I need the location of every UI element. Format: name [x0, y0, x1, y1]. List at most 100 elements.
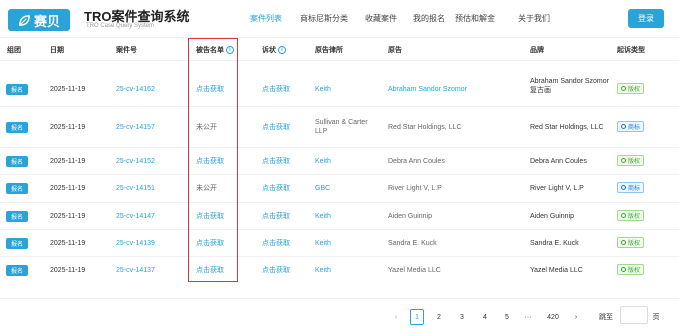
info-icon[interactable]: i [226, 46, 234, 54]
col-complaint: 诉状 i [262, 45, 286, 55]
col-brand: 品牌 [530, 47, 544, 54]
date-cell: 2025-11-19 [50, 158, 86, 165]
page-button-5[interactable]: 5 [500, 309, 514, 325]
date-cell: 2025-11-19 [50, 185, 86, 192]
plaintiff-link[interactable]: Abraham Sandor Szomor [388, 85, 467, 94]
law-firm-cell: Sullivan & Carter LLP [315, 119, 368, 135]
case-type-badge: 商标 [617, 182, 645, 193]
col-defendants: 被告名单 i [196, 45, 234, 55]
case-type-badge: 版权 [617, 264, 645, 275]
col-case-no: 案件号 [116, 47, 137, 54]
signup-button[interactable]: 报名 [6, 84, 28, 95]
brand-logo[interactable]: 赛贝 [8, 9, 70, 31]
complaint-link[interactable]: 点击获取 [262, 85, 290, 94]
defendants-link[interactable]: 点击获取 [196, 212, 224, 221]
signup-button[interactable]: 报名 [6, 156, 28, 167]
signup-button[interactable]: 报名 [6, 122, 28, 133]
nav-settlement-estimate[interactable]: 预估和解金 [455, 13, 495, 24]
defendants-link[interactable]: 点击获取 [196, 85, 224, 94]
login-button[interactable]: 登录 [628, 9, 664, 28]
case-type-badge: 版权 [617, 83, 645, 94]
copyright-icon [621, 213, 626, 218]
nav-about-us[interactable]: 关于我们 [518, 13, 550, 24]
col-law-firm: 原告律所 [315, 47, 343, 54]
plaintiff-cell: Yazel Media LLC [388, 267, 441, 274]
signup-button[interactable]: 报名 [6, 211, 28, 222]
nav-nice-classification[interactable]: 商标尼斯分类 [300, 13, 348, 24]
defendants-link[interactable]: 点击获取 [196, 239, 224, 248]
date-cell: 2025-11-19 [50, 86, 86, 93]
leaf-logo-icon [19, 14, 30, 26]
table-row: 报名 2025-11-19 25-cv-14147 点击获取 点击获取 Keit… [0, 202, 679, 229]
goto-page-input[interactable] [620, 306, 648, 324]
page-button-3[interactable]: 3 [455, 309, 469, 325]
page-button-2[interactable]: 2 [432, 309, 446, 325]
case-number-link[interactable]: 25-cv-14157 [116, 123, 155, 132]
copyright-icon [621, 158, 626, 163]
brand-cell: Aiden Guinnip [530, 213, 574, 220]
case-number-link[interactable]: 25-cv-14151 [116, 184, 155, 193]
goto-label: 跳至 [599, 314, 613, 321]
signup-button[interactable]: 报名 [6, 183, 28, 194]
nav-my-registrations[interactable]: 我的报名 [413, 13, 445, 24]
brand-cell: Debra Ann Coules [530, 158, 587, 165]
defendants-status: 未公开 [196, 124, 217, 131]
complaint-link[interactable]: 点击获取 [262, 184, 290, 193]
col-plaintiff: 原告 [388, 47, 402, 54]
brand-cell: Red Star Holdings, LLC [530, 124, 604, 131]
next-page-icon[interactable]: › [570, 309, 582, 325]
complaint-link[interactable]: 点击获取 [262, 266, 290, 275]
date-cell: 2025-11-19 [50, 213, 86, 220]
defendants-link[interactable]: 点击获取 [196, 266, 224, 275]
table-row: 报名 2025-11-19 25-cv-14137 点击获取 点击获取 Keit… [0, 256, 679, 284]
table-row: 报名 2025-11-19 25-cv-14152 点击获取 点击获取 Keit… [0, 147, 679, 174]
app-subtitle: TRO Case Query System [86, 23, 155, 29]
complaint-link[interactable]: 点击获取 [262, 239, 290, 248]
copyright-icon [621, 86, 626, 91]
complaint-link[interactable]: 点击获取 [262, 123, 290, 132]
complaint-link[interactable]: 点击获取 [262, 157, 290, 166]
date-cell: 2025-11-19 [50, 267, 86, 274]
signup-button[interactable]: 报名 [6, 238, 28, 249]
date-cell: 2025-11-19 [50, 240, 86, 247]
case-type-badge: 版权 [617, 155, 645, 166]
plaintiff-cell: River Light V, L.P [388, 185, 442, 192]
table-row: 报名 2025-11-19 25-cv-14157 未公开 点击获取 Sulli… [0, 106, 679, 147]
case-number-link[interactable]: 25-cv-14162 [116, 85, 155, 94]
case-number-link[interactable]: 25-cv-14137 [116, 266, 155, 275]
case-number-link[interactable]: 25-cv-14139 [116, 239, 155, 248]
defendants-link[interactable]: 点击获取 [196, 157, 224, 166]
page-button-last[interactable]: 420 [542, 309, 564, 325]
brand-cell: River Light V, L.P [530, 185, 584, 192]
page-button-4[interactable]: 4 [478, 309, 492, 325]
law-firm-link[interactable]: Keith [315, 85, 331, 94]
page-button-1[interactable]: 1 [410, 309, 424, 325]
case-number-link[interactable]: 25-cv-14147 [116, 212, 155, 221]
signup-button[interactable]: 报名 [6, 265, 28, 276]
nav-case-list[interactable]: 案件列表 [250, 13, 282, 24]
date-cell: 2025-11-19 [50, 124, 86, 131]
law-firm-link[interactable]: Keith [315, 266, 331, 275]
case-type-badge: 商标 [617, 121, 645, 132]
copyright-icon [621, 267, 626, 272]
prev-page-icon[interactable]: ‹ [390, 309, 402, 325]
defendants-status: 未公开 [196, 185, 217, 192]
plaintiff-cell: Red Star Holdings, LLC [388, 124, 462, 131]
copyright-icon [621, 240, 626, 245]
complaint-link[interactable]: 点击获取 [262, 212, 290, 221]
law-firm-link[interactable]: Keith [315, 157, 331, 166]
nav-favorite-cases[interactable]: 收藏案件 [365, 13, 397, 24]
brand-cell: Abraham Sandor Szomor复古画 [530, 78, 609, 94]
plaintiff-cell: Debra Ann Coules [388, 158, 445, 165]
law-firm-link[interactable]: GBC [315, 184, 330, 193]
law-firm-link[interactable]: Keith [315, 212, 331, 221]
info-icon[interactable]: i [278, 46, 286, 54]
trademark-icon [621, 124, 626, 129]
col-group: 组团 [7, 47, 21, 54]
col-case-type: 起诉类型 [617, 47, 645, 54]
plaintiff-cell: Sandra E. Kuck [388, 240, 437, 247]
page-ellipsis[interactable]: ··· [521, 309, 535, 325]
case-number-link[interactable]: 25-cv-14152 [116, 157, 155, 166]
table-row: 报名 2025-11-19 25-cv-14139 点击获取 点击获取 Keit… [0, 229, 679, 256]
law-firm-link[interactable]: Keith [315, 239, 331, 248]
